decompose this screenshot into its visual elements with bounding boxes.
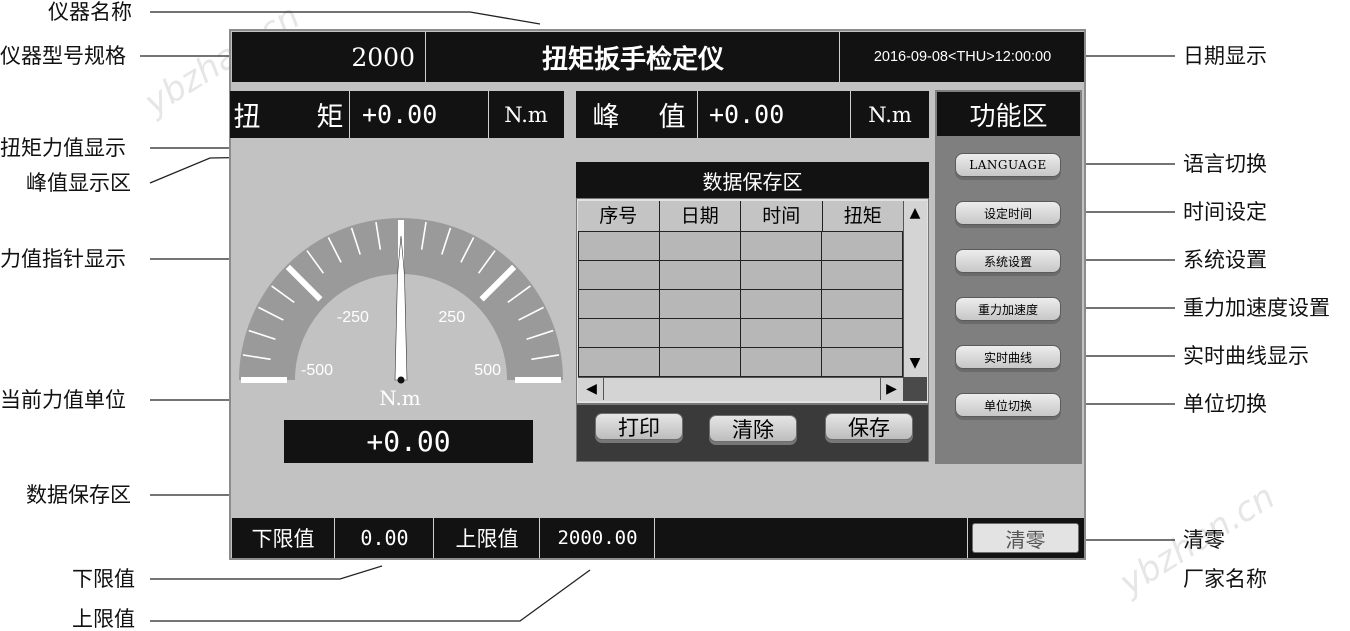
- system-settings-button[interactable]: 系统设置: [955, 249, 1061, 273]
- callout-date-display: 日期显示: [1183, 44, 1267, 68]
- peak-unit: N.m: [851, 91, 929, 138]
- zero-button[interactable]: 清零: [972, 523, 1079, 553]
- scroll-corner: [903, 377, 927, 401]
- callout-gravity-setting: 重力加速度设置: [1183, 296, 1330, 320]
- scroll-left-button[interactable]: ◀: [580, 378, 604, 400]
- data-table-header: 序号 日期 时间 扭矩: [578, 201, 903, 231]
- callout-manufacturer-name: 厂家名称: [1183, 567, 1267, 591]
- gauge-needle-hub: [397, 376, 405, 384]
- clear-button[interactable]: 清除: [709, 415, 797, 442]
- column-header: 扭矩: [843, 205, 882, 227]
- language-button[interactable]: LANGUAGE: [955, 153, 1061, 177]
- callout-pointer-display: 力值指针显示: [0, 247, 126, 271]
- callout-system-settings: 系统设置: [1183, 248, 1267, 272]
- callout-unit-switch: 单位切换: [1183, 392, 1267, 416]
- gravity-acceleration-button[interactable]: 重力加速度: [955, 297, 1061, 321]
- lower-limit-value: 0.00: [336, 518, 434, 558]
- callout-instrument-name: 仪器名称: [48, 0, 132, 24]
- gauge-tick-label: -500: [301, 362, 333, 379]
- scroll-down-button[interactable]: ▼: [903, 352, 927, 374]
- callout-clear-zero: 清零: [1183, 528, 1225, 552]
- print-button[interactable]: 打印: [595, 413, 683, 440]
- callout-torque-display: 扭矩力值显示: [0, 136, 126, 160]
- set-time-button[interactable]: 设定时间: [955, 201, 1061, 225]
- callout-model-spec: 仪器型号规格: [0, 44, 126, 68]
- model-number: 2000: [232, 32, 426, 82]
- callout-realtime-curve: 实时曲线显示: [1183, 344, 1309, 368]
- peak-value: +0.00: [699, 91, 849, 138]
- peak-label-char-1: 峰: [588, 91, 624, 138]
- upper-limit-label: 上限值: [435, 518, 540, 558]
- column-header: 日期: [660, 201, 741, 231]
- torque-unit: N.m: [489, 91, 563, 138]
- callout-time-setting: 时间设定: [1183, 200, 1267, 224]
- force-gauge: -500 -250 250 500: [239, 218, 563, 384]
- callout-lower-limit: 下限值: [72, 567, 135, 591]
- torque-label-char-1: 扭: [232, 91, 262, 138]
- scroll-up-button[interactable]: ▲: [903, 202, 927, 224]
- torque-label-char-2: 矩: [312, 91, 348, 138]
- callout-upper-limit: 上限值: [72, 607, 135, 631]
- realtime-curve-button[interactable]: 实时曲线: [955, 345, 1061, 369]
- peak-label-char-2: 值: [654, 91, 690, 138]
- data-table-rows: [578, 231, 903, 377]
- gauge-tick-label: 500: [474, 362, 501, 379]
- gauge-tick-label: -250: [337, 309, 369, 326]
- column-header: 序号: [578, 201, 660, 231]
- callout-current-unit: 当前力值单位: [0, 388, 126, 412]
- gauge-tick-label: 250: [438, 309, 465, 326]
- upper-limit-value: 2000.00: [541, 518, 655, 558]
- lower-limit-label: 下限值: [232, 518, 335, 558]
- column-header: 时间: [741, 201, 823, 231]
- vertical-scrollbar[interactable]: [903, 201, 927, 377]
- callout-peak-area: 峰值显示区: [26, 171, 131, 195]
- data-save-title: 数据保存区: [576, 162, 929, 198]
- unit-switch-button[interactable]: 单位切换: [955, 393, 1061, 417]
- torque-value: +0.00: [352, 91, 487, 138]
- datetime-display: 2016-09-08<THU>12:00:00: [841, 32, 1084, 82]
- scroll-right-button[interactable]: ▶: [880, 378, 902, 400]
- callout-language-switch: 语言切换: [1183, 152, 1267, 176]
- gauge-unit-label: N.m: [379, 386, 421, 410]
- gauge-digital-value: +0.00: [284, 420, 533, 463]
- horizontal-scrollbar[interactable]: [578, 377, 903, 401]
- callout-data-save-area: 数据保存区: [26, 483, 131, 507]
- function-panel-title: 功能区: [937, 92, 1080, 136]
- instrument-title: 扭矩扳手检定仪: [427, 32, 840, 82]
- save-button[interactable]: 保存: [825, 413, 913, 440]
